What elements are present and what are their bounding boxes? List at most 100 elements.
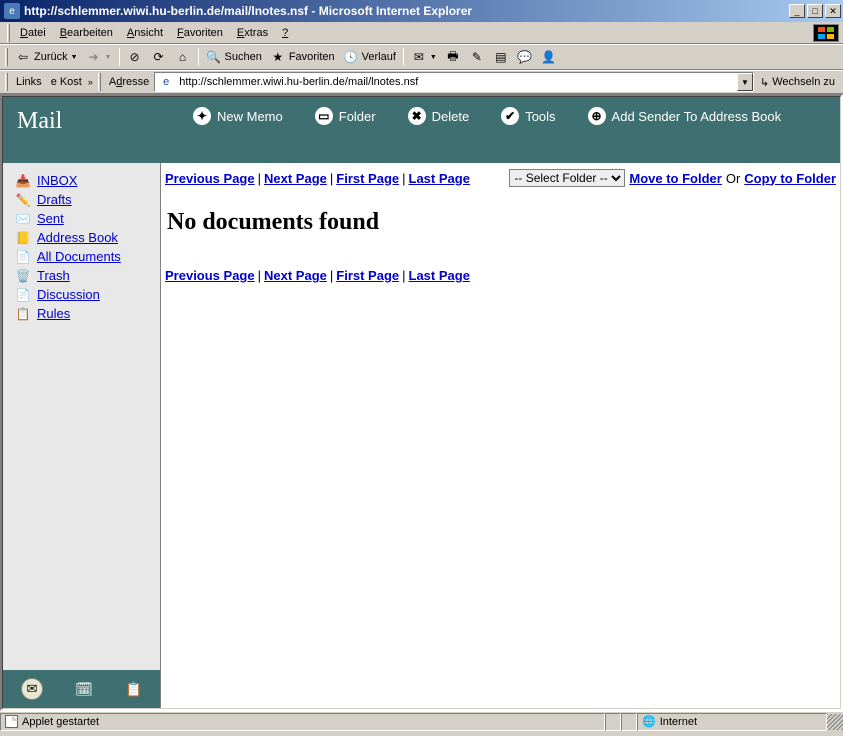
menu-bearbeiten[interactable]: Bearbeiten [53, 25, 120, 41]
address-input[interactable] [177, 76, 737, 88]
menu-favoriten[interactable]: Favoriten [170, 25, 230, 41]
minimize-button[interactable]: _ [789, 4, 805, 18]
last-page-link[interactable]: Last Page [409, 171, 470, 186]
grip [98, 73, 101, 91]
move-to-folder-link[interactable]: Move to Folder [629, 171, 721, 186]
edit-button[interactable]: ✎ [465, 47, 489, 67]
sidebar-item-drafts[interactable]: ✏️Drafts [15, 190, 160, 209]
maximize-button[interactable]: □ [807, 4, 823, 18]
main-panel: Previous Page|Next Page|First Page|Last … [161, 163, 840, 708]
go-icon: ↳ [760, 76, 769, 89]
forward-button[interactable]: ➜ ▼ [82, 47, 116, 67]
history-button[interactable]: 🕓Verlauf [339, 47, 400, 67]
last-page-link[interactable]: Last Page [409, 268, 470, 283]
mail-button[interactable]: ✉▼ [407, 47, 441, 67]
sidebar-item-inbox[interactable]: 📥INBOX [15, 171, 160, 190]
next-page-link[interactable]: Next Page [264, 268, 327, 283]
edit-icon: ✎ [469, 49, 485, 65]
no-documents-message: No documents found [165, 187, 836, 258]
print-icon: 🖶 [445, 49, 461, 65]
discuss-icon: 💬 [517, 49, 533, 65]
sidebar-item-alldocs[interactable]: 📄 All Documents [15, 247, 160, 266]
sidebar-item-label[interactable]: Address Book [37, 230, 118, 245]
sidebar-item-trash[interactable]: 🗑️ Trash [15, 266, 160, 285]
separator [198, 48, 199, 66]
sidebar-item-rules[interactable]: 📋 Rules [15, 304, 160, 323]
sidebar-item-label[interactable]: Discussion [37, 287, 100, 302]
first-page-link[interactable]: First Page [336, 268, 399, 283]
footer-todo-icon[interactable]: 📋 [125, 680, 143, 698]
links-chevron-icon[interactable]: » [86, 77, 95, 87]
rules-icon: 📋 [15, 307, 31, 321]
next-page-link[interactable]: Next Page [264, 171, 327, 186]
folder-button[interactable]: ▭ Folder [315, 107, 376, 125]
grip [5, 48, 8, 66]
windows-logo [813, 24, 839, 42]
messenger-button[interactable]: 👤 [537, 47, 561, 67]
sidebar-item-label[interactable]: All Documents [37, 249, 121, 264]
sent-icon: ✉️ [15, 212, 31, 226]
globe-icon: 🌐 [642, 715, 656, 728]
pagenav-bottom: Previous Page|Next Page|First Page|Last … [165, 258, 836, 283]
prev-page-link[interactable]: Previous Page [165, 268, 255, 283]
new-memo-button[interactable]: ✦ New Memo [193, 107, 283, 125]
trash-icon: 🗑️ [15, 269, 31, 283]
address-dropdown-icon[interactable]: ▼ [737, 73, 753, 91]
separator [403, 48, 404, 66]
zone-text: Internet [660, 716, 697, 728]
extra1-button[interactable]: ▤ [489, 47, 513, 67]
address-field-wrap[interactable]: e ▼ [154, 72, 754, 92]
folder-label: Folder [339, 109, 376, 124]
back-button[interactable]: ⇦ Zurück ▼ [11, 47, 82, 67]
first-page-link[interactable]: First Page [336, 171, 399, 186]
refresh-icon: ⟳ [151, 49, 167, 65]
links-item-kost[interactable]: eKost [47, 74, 86, 90]
folder-select[interactable]: -- Select Folder -- [509, 169, 625, 187]
tools-button[interactable]: ✔ Tools [501, 107, 555, 125]
search-button[interactable]: 🔍Suchen [202, 47, 266, 67]
menu-help[interactable]: ? [275, 25, 295, 41]
tools-icon: ✔ [501, 107, 519, 125]
add-sender-icon: ⊕ [588, 107, 606, 125]
home-button[interactable]: ⌂ [171, 47, 195, 67]
footer-calendar-icon[interactable]: 🗓 [75, 680, 93, 698]
sidebar-item-label[interactable]: Rules [37, 306, 70, 321]
menu-extras[interactable]: Extras [230, 25, 275, 41]
separator: | [327, 268, 336, 283]
close-button[interactable]: ✕ [825, 4, 841, 18]
favorites-button[interactable]: ★Favoriten [266, 47, 339, 67]
alldocs-icon: 📄 [15, 250, 31, 264]
sidebar-item-addressbook[interactable]: 📒Address Book [15, 228, 160, 247]
footer-mail-icon[interactable]: ✉ [21, 678, 43, 700]
app-title: Mail [3, 108, 183, 153]
refresh-button[interactable]: ⟳ [147, 47, 171, 67]
status-text: Applet gestartet [22, 716, 99, 728]
stop-button[interactable]: ⊘ [123, 47, 147, 67]
sidebar-item-label[interactable]: Trash [37, 268, 70, 283]
resize-grip[interactable] [827, 714, 843, 730]
dropdown-icon: ▼ [71, 54, 78, 61]
back-icon: ⇦ [15, 49, 31, 65]
print-button[interactable]: 🖶 [441, 47, 465, 67]
favorites-label: Favoriten [289, 51, 335, 63]
menu-datei[interactable]: Datei [13, 25, 53, 41]
prev-page-link[interactable]: Previous Page [165, 171, 255, 186]
menu-ansicht[interactable]: Ansicht [120, 25, 170, 41]
menubar: Datei Bearbeiten Ansicht Favoriten Extra… [0, 22, 843, 44]
sidebar-item-discussion[interactable]: 📄Discussion [15, 285, 160, 304]
sidebar-item-label[interactable]: INBOX [37, 173, 77, 188]
sidebar-item-label[interactable]: Sent [37, 211, 64, 226]
messenger-icon: 👤 [541, 49, 557, 65]
sidebar-item-label[interactable]: Drafts [37, 192, 72, 207]
status-cell [621, 713, 637, 731]
delete-button[interactable]: ✖ Delete [408, 107, 470, 125]
forward-icon: ➜ [86, 49, 102, 65]
sidebar-item-sent[interactable]: ✉️ Sent [15, 209, 160, 228]
discuss-button[interactable]: 💬 [513, 47, 537, 67]
search-label: Suchen [225, 51, 262, 63]
go-button[interactable]: ↳ Wechseln zu [754, 76, 841, 89]
delete-label: Delete [432, 109, 470, 124]
dropdown-icon: ▼ [105, 54, 112, 61]
add-sender-button[interactable]: ⊕ Add Sender To Address Book [588, 107, 782, 125]
copy-to-folder-link[interactable]: Copy to Folder [744, 171, 836, 186]
